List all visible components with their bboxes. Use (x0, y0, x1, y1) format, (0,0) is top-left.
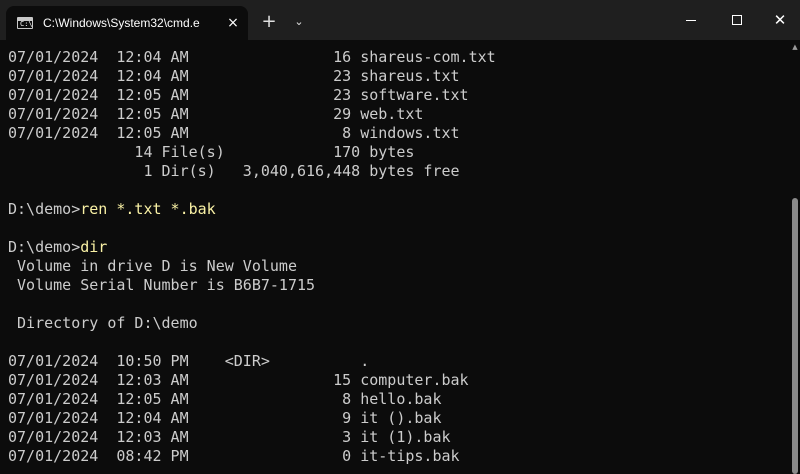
console-line: 14 File(s) 170 bytes (8, 143, 415, 161)
title-bar[interactable]: C:\ C:\Windows\System32\cmd.e × + ⌄ ✕ (0, 0, 800, 40)
console-line: 07/01/2024 12:05 AM 23 software.txt (8, 86, 469, 104)
console-line: 1 Dir(s) 3,040,616,448 bytes free (8, 162, 460, 180)
prompt-text: D:\demo> (8, 238, 81, 256)
chevron-down-icon[interactable]: ⌄ (289, 12, 309, 32)
console-line: 07/01/2024 10:50 PM <DIR> . (8, 352, 370, 370)
console-line: Volume in drive D is New Volume (8, 257, 297, 275)
new-tab-button[interactable]: + (259, 12, 279, 32)
console-line: 07/01/2024 12:05 AM 29 web.txt (8, 105, 424, 123)
tab-cmd[interactable]: C:\ C:\Windows\System32\cmd.e × (6, 6, 248, 40)
scrollbar[interactable]: ▲ (790, 40, 800, 474)
console-line: 07/01/2024 12:04 AM 16 shareus-com.txt (8, 48, 496, 66)
console-line: 07/01/2024 12:03 AM 3 it (1).bak (8, 428, 451, 446)
console-output[interactable]: 07/01/2024 12:04 AM 16 shareus-com.txt 07… (0, 40, 790, 474)
scroll-up-icon[interactable]: ▲ (790, 42, 800, 52)
maximize-icon (732, 15, 742, 25)
console-line: 07/01/2024 12:05 AM 8 hello.bak (8, 390, 442, 408)
minimize-button[interactable] (668, 0, 714, 40)
console-line: 07/01/2024 12:05 AM 8 windows.txt (8, 124, 460, 142)
console-line: 07/01/2024 12:04 AM 9 it ().bak (8, 409, 442, 427)
close-tab-icon[interactable]: × (224, 14, 242, 32)
scrollbar-thumb[interactable] (792, 198, 798, 474)
prompt-text: D:\demo> (8, 200, 81, 218)
maximize-button[interactable] (714, 0, 760, 40)
terminal-window: C:\ C:\Windows\System32\cmd.e × + ⌄ ✕ 07… (0, 0, 800, 474)
command-text: dir (80, 238, 108, 256)
cmd-icon: C:\ (17, 17, 33, 29)
minimize-icon (686, 20, 696, 21)
console-line: D:\demo>ren *.txt *.bak (8, 200, 496, 219)
command-text: ren *.txt *.bak (80, 200, 216, 218)
tab-title: C:\Windows\System32\cmd.e (43, 16, 200, 30)
console-line: D:\demo>dir (8, 238, 496, 257)
console-line: 07/01/2024 08:42 PM 0 it-tips.bak (8, 447, 460, 465)
console-line: 07/01/2024 12:04 AM 23 shareus.txt (8, 67, 460, 85)
close-button[interactable]: ✕ (760, 0, 800, 40)
close-icon: ✕ (773, 11, 787, 29)
console-line: 07/01/2024 12:03 AM 15 computer.bak (8, 371, 469, 389)
console-line: Directory of D:\demo (8, 314, 198, 332)
console-line: Volume Serial Number is B6B7-1715 (8, 276, 316, 294)
console-lines: 07/01/2024 12:04 AM 16 shareus-com.txt 07… (8, 48, 496, 466)
